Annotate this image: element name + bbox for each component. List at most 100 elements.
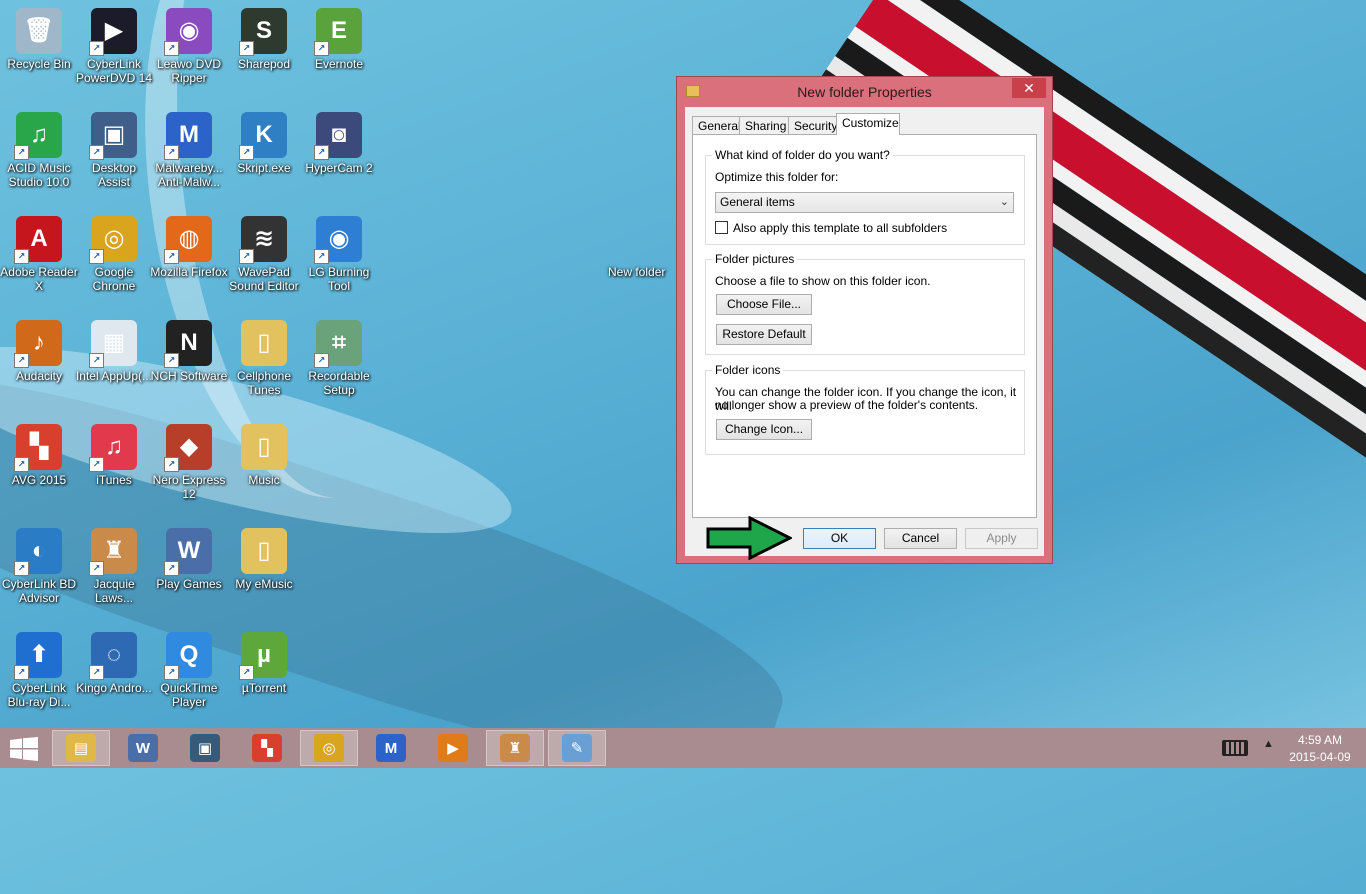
icon-glyph: ⬆ (28, 641, 50, 668)
play-games-icon: W (128, 734, 158, 762)
desktop-shortcut[interactable]: M ↗ Malwareby... Anti-Malw... (150, 112, 228, 189)
close-button[interactable]: ✕ (1012, 78, 1046, 98)
dialog-titlebar[interactable]: New folder Properties ✕ (677, 77, 1052, 107)
icon-glyph: Q (179, 641, 199, 668)
desktop-shortcut[interactable]: ▶ ↗ CyberLink PowerDVD 14 (75, 8, 153, 85)
desktop-shortcut[interactable]: ▣ ↗ Desktop Assist (75, 112, 153, 189)
ok-button[interactable]: OK (803, 528, 876, 549)
change-icon-button[interactable]: Change Icon... (716, 419, 812, 440)
desktop-shortcut[interactable]: ◉ ↗ Leawo DVD Ripper (150, 8, 228, 85)
taskbar-item[interactable]: W (114, 730, 172, 766)
taskbar-item[interactable]: ▤ (52, 730, 110, 766)
desktop-shortcut[interactable]: ▚ ↗ AVG 2015 (0, 424, 78, 487)
optimize-select[interactable]: General items ⌄ (715, 192, 1014, 213)
desktop-shortcut[interactable]: ♫ ↗ ACID Music Studio 10.0 (0, 112, 78, 189)
icon-glyph: ◉ (178, 17, 200, 44)
desktop-shortcut-label: Sharepod (237, 57, 291, 71)
desktop-shortcut[interactable]: ⬆ ↗ CyberLink Blu-ray Di... (0, 632, 78, 709)
taskbar-item[interactable]: ♜ (486, 730, 544, 766)
desktop-shortcut-label: Recycle Bin (7, 57, 71, 71)
desktop-shortcut-label: µTorrent (241, 681, 287, 695)
icon-glyph: ♫ (105, 433, 123, 460)
cancel-button[interactable]: Cancel (884, 528, 957, 549)
shortcut-arrow-icon: ↗ (314, 41, 329, 56)
wavepad-icon: ≋ ↗ (239, 216, 287, 264)
desktop-shortcut[interactable]: K ↗ Skript.exe (225, 112, 303, 175)
icon-glyph: K (255, 121, 273, 148)
desktop-shortcut[interactable]: µ ↗ µTorrent (225, 632, 303, 695)
taskbar-item[interactable]: ▣ (176, 730, 234, 766)
restore-default-button[interactable]: Restore Default (716, 324, 812, 345)
desktop-shortcut-label: Music (248, 473, 280, 487)
icon-glyph: S (255, 17, 272, 44)
icon-glyph: N (180, 329, 198, 356)
desktop-shortcut-label: Leawo DVD Ripper (156, 57, 222, 85)
taskbar-item[interactable]: ✎ (548, 730, 606, 766)
jacquie-icon: ♜ ↗ (89, 528, 137, 576)
chrome-icon: ◎ ↗ (89, 216, 137, 264)
shortcut-arrow-icon: ↗ (89, 665, 104, 680)
desktop-shortcut[interactable]: ⌗ ↗ Recordable Setup (300, 320, 378, 397)
shortcut-arrow-icon: ↗ (89, 561, 104, 576)
skript-icon: K ↗ (239, 112, 287, 160)
desktop-shortcut[interactable]: A ↗ Adobe Reader X (0, 216, 78, 293)
desktop-shortcut[interactable]: ♪ ↗ Audacity (0, 320, 78, 383)
desktop-shortcut[interactable]: ▯ Cellphone Tunes (225, 320, 303, 397)
taskbar-item[interactable]: ▶ (424, 730, 482, 766)
folder-icons-description-2: no longer show a preview of the folder's… (715, 398, 979, 412)
tab-customize[interactable]: Customize (836, 113, 900, 135)
icon-glyph: M (179, 121, 199, 148)
desktop-shortcut-label: iTunes (96, 473, 132, 487)
apply-subfolders-checkbox[interactable] (715, 221, 728, 234)
desktop-shortcut[interactable]: ◍ ↗ Mozilla Firefox (150, 216, 228, 279)
desktop-shortcut[interactable]: W ↗ Play Games (150, 528, 228, 591)
desktop-shortcut[interactable]: ◙ ↗ HyperCam 2 (300, 112, 378, 175)
keyboard-icon[interactable] (1222, 740, 1248, 756)
desktop-shortcut[interactable]: 🗑 Recycle Bin (0, 8, 78, 71)
folder-icons-group: Folder icons You can change the folder i… (705, 363, 1025, 455)
desktop-shortcut[interactable]: ▦ ↗ Intel AppUp(... (75, 320, 153, 383)
desktop-shortcut[interactable]: S ↗ Sharepod (225, 8, 303, 71)
properties-dialog: New folder Properties ✕ General Sharing … (676, 76, 1053, 564)
hypercam-icon: ◙ ↗ (314, 112, 362, 160)
play-games-icon: W ↗ (164, 528, 212, 576)
clock-time[interactable]: 4:59 AM (1288, 733, 1352, 747)
desktop-item-new-folder[interactable]: New folder (608, 265, 665, 279)
acid-music-icon: ♫ ↗ (14, 112, 62, 160)
desktop-shortcut-label: Skript.exe (237, 161, 291, 175)
desktop-shortcut[interactable]: ≋ ↗ WavePad Sound Editor (225, 216, 303, 293)
choose-file-button[interactable]: Choose File... (716, 294, 812, 315)
desktop-shortcut[interactable]: Q ↗ QuickTime Player (150, 632, 228, 709)
taskbar-item[interactable]: ◎ (300, 730, 358, 766)
desktop-shortcut[interactable]: ▯ Music (225, 424, 303, 487)
paint-icon: ✎ (562, 734, 592, 762)
desktop-shortcut-label: My eMusic (235, 577, 293, 591)
desktop-shortcut[interactable]: ◐ ↗ CyberLink BD Advisor (0, 528, 78, 605)
desktop-shortcut[interactable]: ◉ ↗ LG Burning Tool (300, 216, 378, 293)
windows-start-icon[interactable] (10, 737, 38, 761)
desktop-shortcut-label: Adobe Reader X (0, 265, 78, 293)
show-hidden-icons-icon[interactable]: ▲ (1263, 738, 1274, 750)
tab-security[interactable]: Security (788, 116, 837, 134)
quicktime-icon: Q ↗ (164, 632, 212, 680)
close-icon: ✕ (1023, 80, 1035, 96)
optimize-label: Optimize this folder for: (715, 170, 839, 184)
desktop-shortcut[interactable]: ▯ My eMusic (225, 528, 303, 591)
tab-general[interactable]: General (692, 116, 741, 134)
shortcut-arrow-icon: ↗ (164, 457, 179, 472)
shortcut-arrow-icon: ↗ (314, 353, 329, 368)
taskbar-item[interactable]: M (362, 730, 420, 766)
desktop-shortcut[interactable]: E ↗ Evernote (300, 8, 378, 71)
clock-date[interactable]: 2015-04-09 (1288, 750, 1352, 764)
folder-icon: ▯ (241, 320, 287, 366)
desktop-shortcut-label: Intel AppUp(... (75, 369, 153, 383)
desktop-shortcut[interactable]: ◌ ↗ Kingo Andro... (75, 632, 153, 695)
apply-button[interactable]: Apply (965, 528, 1038, 549)
desktop-shortcut[interactable]: ◆ ↗ Nero Express 12 (150, 424, 228, 501)
desktop-shortcut[interactable]: ♫ ↗ iTunes (75, 424, 153, 487)
desktop-shortcut[interactable]: N ↗ NCH Software (150, 320, 228, 383)
desktop-shortcut[interactable]: ◎ ↗ Google Chrome (75, 216, 153, 293)
taskbar-item[interactable]: ▚ (238, 730, 296, 766)
tab-sharing[interactable]: Sharing (739, 116, 789, 134)
desktop-shortcut[interactable]: ♜ ↗ Jacquie Laws... (75, 528, 153, 605)
